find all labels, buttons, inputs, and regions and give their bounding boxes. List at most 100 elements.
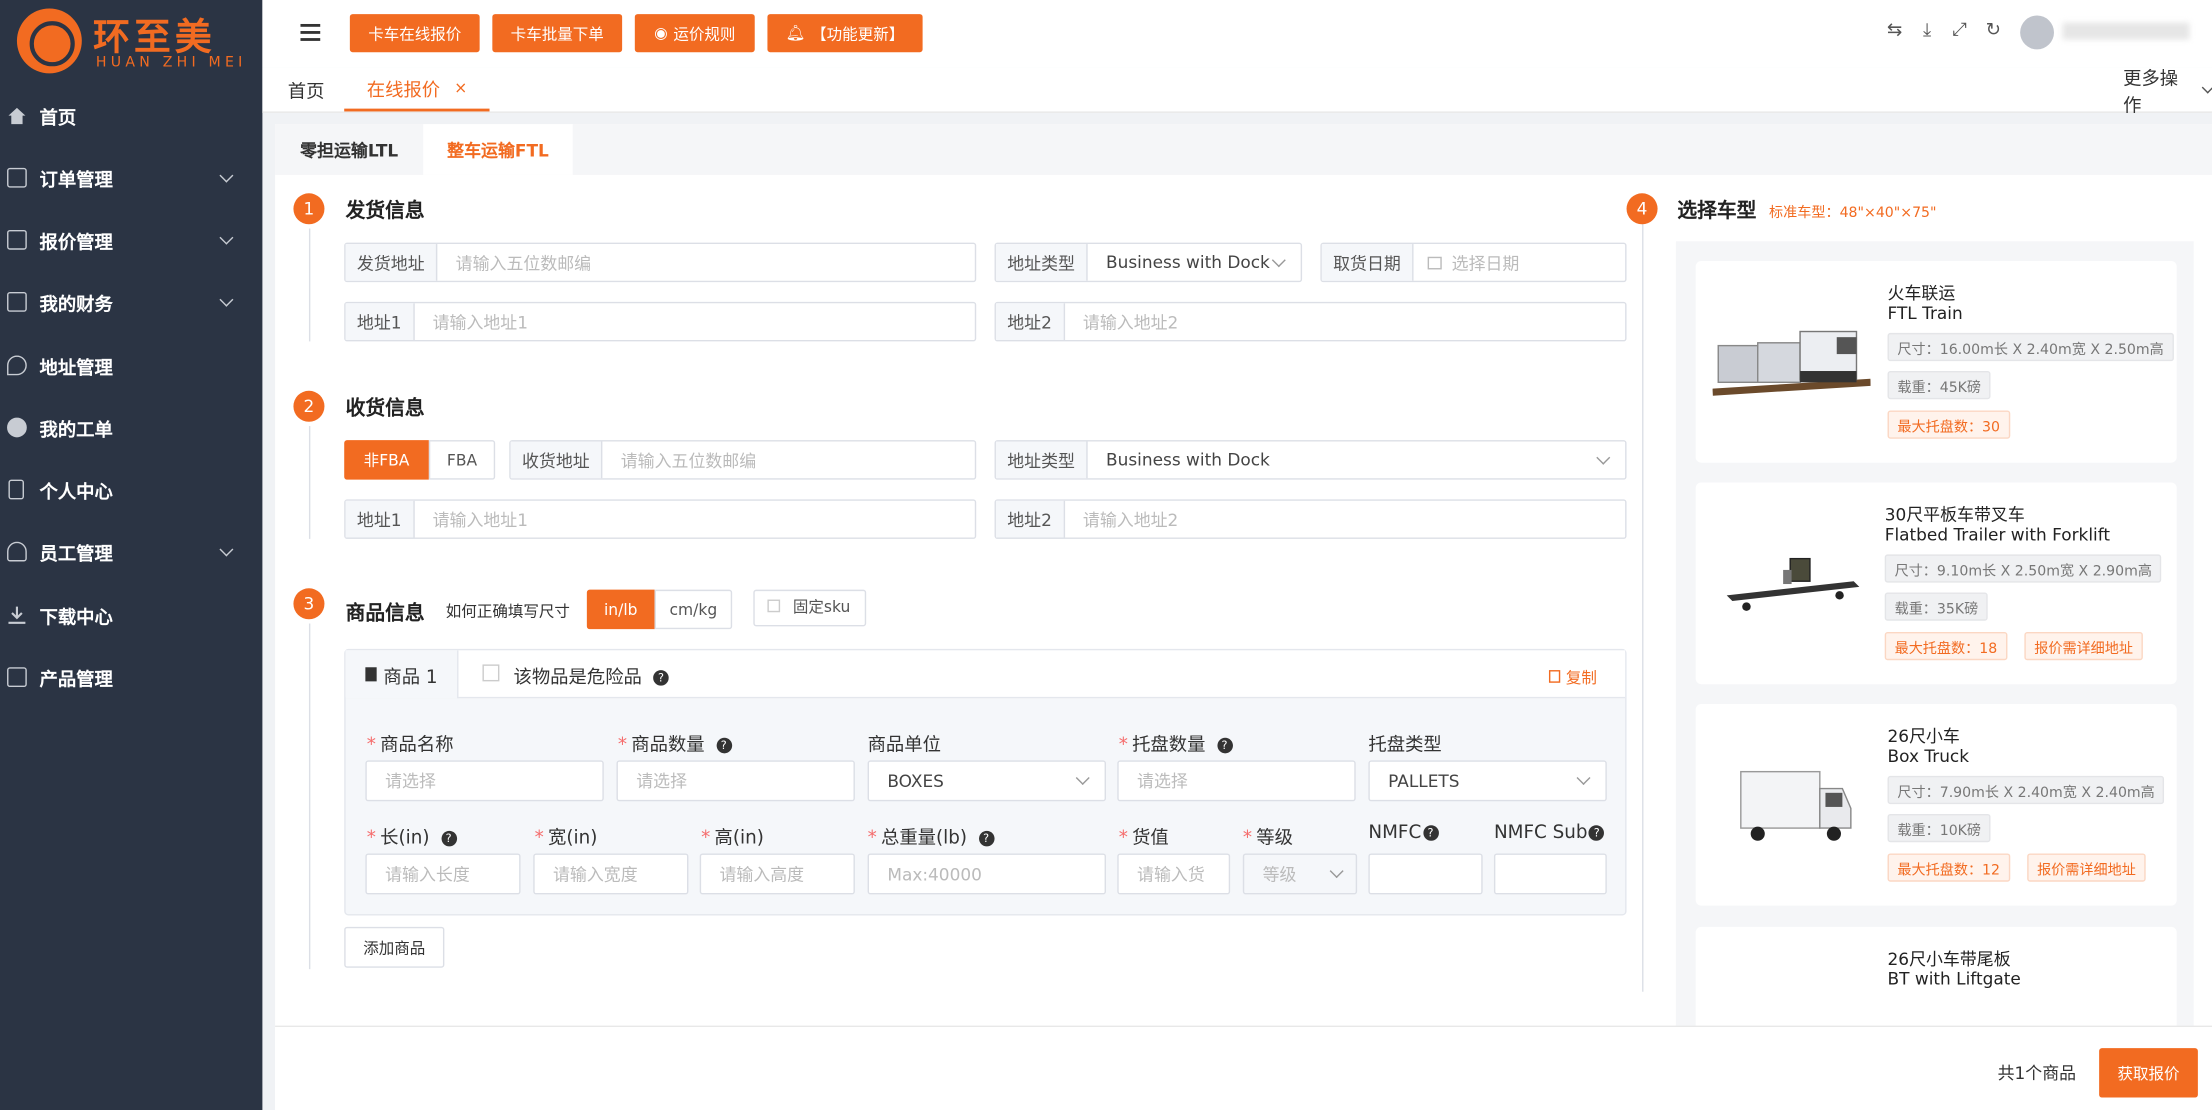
feature-update-label: 【功能更新】 <box>811 24 905 44</box>
feature-update-button[interactable]: 🔔︎ 【功能更新】 <box>767 14 923 53</box>
value-input[interactable]: 请输入货 <box>1117 853 1231 895</box>
consignee-zip-input[interactable]: 请输入五位数邮编 <box>602 448 974 472</box>
unit-inlb-toggle[interactable]: in/lb <box>586 589 655 630</box>
field-label: 收货地址 <box>510 441 603 479</box>
nmfc-sub-input[interactable] <box>1493 853 1607 895</box>
sidebar-item-tickets[interactable]: 我的工单 <box>0 396 262 458</box>
help-icon[interactable]: ? <box>1216 737 1233 754</box>
help-icon[interactable]: ? <box>440 830 457 847</box>
shipper-zip-input[interactable]: 请输入五位数邮编 <box>437 250 974 274</box>
sidebar-item-profile[interactable]: 个人中心 <box>0 458 262 520</box>
sidebar-item-downloads[interactable]: 下载中心 <box>0 584 262 646</box>
weight-input[interactable]: Max:40000 <box>867 853 1106 895</box>
label-goods-qty: * 商品数量? <box>618 729 732 756</box>
grade-placeholder: 等级 <box>1262 864 1297 885</box>
shipper-address2-field[interactable]: 地址2 请输入地址2 <box>994 301 1627 342</box>
more-actions-dropdown[interactable]: 更多操作 <box>2123 68 2212 116</box>
sidebar-item-products[interactable]: 产品管理 <box>0 646 262 708</box>
pickup-date-field[interactable]: 取货日期 选择日期 <box>1320 242 1627 283</box>
non-fba-toggle[interactable]: 非FBA <box>344 440 429 480</box>
logo[interactable]: 环至美 HUAN ZHI MEI <box>14 6 254 77</box>
goods-name-select[interactable]: 请选择 <box>365 760 604 802</box>
chevron-down-icon <box>1596 450 1611 465</box>
avatar[interactable] <box>2020 15 2054 50</box>
column-divider <box>1642 208 1644 992</box>
consignee-address2-input[interactable]: 请输入地址2 <box>1065 507 1626 531</box>
sidebar-item-label: 员工管理 <box>39 543 113 565</box>
pallet-type-select[interactable]: PALLETS <box>1368 760 1607 802</box>
shipper-address1-input[interactable]: 请输入地址1 <box>414 310 975 334</box>
vehicle-name-cn: 火车联运 <box>1887 283 1956 304</box>
label-text: 商品名称 <box>380 734 454 757</box>
menu-toggle-icon[interactable] <box>300 23 321 41</box>
username-blurred[interactable] <box>2062 22 2190 40</box>
sidebar-item-label: 订单管理 <box>39 169 113 192</box>
fba-toggle[interactable]: FBA <box>428 440 496 480</box>
goods-unit-select[interactable]: BOXES <box>867 760 1106 802</box>
chevron-down-icon <box>219 292 234 307</box>
refresh-icon[interactable]: ↻ <box>1983 20 2003 41</box>
required-mark: * <box>366 828 376 850</box>
unit-cmkg-toggle[interactable]: cm/kg <box>654 589 733 630</box>
help-icon[interactable]: ? <box>715 737 732 754</box>
tag-online-quote[interactable]: 在线报价 × <box>344 68 490 112</box>
step-badge-3: 3 <box>293 588 325 620</box>
tab-ftl[interactable]: 整车运输FTL <box>423 124 573 175</box>
sidebar-item-orders[interactable]: 订单管理 <box>0 147 262 209</box>
length-input[interactable]: 请输入长度 <box>365 853 521 895</box>
chevron-down-icon <box>2202 80 2212 93</box>
sidebar-item-staff[interactable]: 员工管理 <box>0 521 262 583</box>
download-icon[interactable]: ⤓ <box>1917 20 1937 41</box>
label-text: 长(in) <box>380 828 430 850</box>
grade-select[interactable]: 等级 <box>1242 853 1358 895</box>
truck-online-quote-button[interactable]: 卡车在线报价 <box>349 14 480 53</box>
label-nmfc-sub: NMFC Sub? <box>1494 822 1605 844</box>
copy-goods-button[interactable]: 复制 <box>1548 666 1597 689</box>
fixed-sku-checkbox[interactable]: 固定sku <box>753 589 867 627</box>
freight-rules-button[interactable]: ◉ 运价规则 <box>634 14 755 53</box>
sidebar-item-quotes[interactable]: 报价管理 <box>0 209 262 271</box>
height-input[interactable]: 请输入高度 <box>699 853 855 895</box>
copy-label: 复制 <box>1565 668 1597 688</box>
add-goods-button[interactable]: 添加商品 <box>344 926 445 968</box>
consignee-zip-field[interactable]: 收货地址 请输入五位数邮编 <box>509 440 977 480</box>
vehicle-card-train[interactable]: 火车联运 FTL Train 尺寸：16.00m长 X 2.40m宽 X 2.5… <box>1695 260 2177 463</box>
fullscreen-icon[interactable]: ⤢ <box>1950 20 1970 41</box>
tab-ltl[interactable]: 零担运输LTL <box>275 124 423 175</box>
size-help-link[interactable]: 如何正确填写尺寸 <box>446 600 570 623</box>
dangerous-goods-checkbox[interactable] <box>482 664 500 682</box>
help-icon[interactable]: ? <box>978 830 994 847</box>
width-placeholder: 请输入宽度 <box>552 864 638 885</box>
truck-batch-order-button[interactable]: 卡车批量下单 <box>492 14 623 53</box>
standard-vehicle-note: 标准车型：48"×40"×75" <box>1769 205 1937 222</box>
vehicle-card-box-truck[interactable]: 26尺小车 Box Truck 尺寸：7.90m长 X 2.40m宽 X 2.4… <box>1695 703 2177 906</box>
sidebar-item-finance[interactable]: 我的财务 <box>0 271 262 333</box>
get-quote-button[interactable]: 获取报价 <box>2099 1048 2198 1098</box>
tag-home[interactable]: 首页 <box>288 68 325 112</box>
goods-qty-input[interactable]: 请选择 <box>616 760 855 802</box>
close-icon[interactable]: × <box>454 79 467 97</box>
help-icon[interactable]: ? <box>1422 825 1439 841</box>
pallet-qty-input[interactable]: 请选择 <box>1117 760 1356 802</box>
sidebar-item-home[interactable]: 首页 <box>0 85 262 147</box>
sidebar-item-address[interactable]: 地址管理 <box>0 334 262 396</box>
goods-tab-1[interactable]: 商品 1 <box>345 650 459 699</box>
chevron-down-icon <box>1075 771 1090 785</box>
consignee-address1-field[interactable]: 地址1 请输入地址1 <box>344 499 977 539</box>
shipper-address2-input[interactable]: 请输入地址2 <box>1065 310 1626 334</box>
help-icon[interactable]: ? <box>1588 825 1605 841</box>
quote-panel: 零担运输LTL 整车运输FTL 1 发货信息 发货地址 请输入五位数邮编 地址类… <box>275 124 2212 1110</box>
help-icon[interactable]: ? <box>653 670 669 686</box>
vehicle-card-flatbed[interactable]: 30尺平板车带叉车 Flatbed Trailer with Forklift … <box>1695 482 2177 685</box>
shipper-address-type-select[interactable]: 地址类型 Business with Dock <box>994 242 1303 283</box>
width-input[interactable]: 请输入宽度 <box>533 853 689 895</box>
translate-icon[interactable]: ⇆ <box>1885 20 1905 41</box>
pickup-date-input[interactable]: 选择日期 <box>1442 250 1625 274</box>
shipper-zip-field[interactable]: 发货地址 请输入五位数邮编 <box>344 242 977 283</box>
nmfc-input[interactable] <box>1368 853 1483 895</box>
consignee-address-type-select[interactable]: 地址类型 Business with Dock <box>994 440 1627 480</box>
consignee-address1-input[interactable]: 请输入地址1 <box>414 507 975 531</box>
goods-qty-placeholder: 请选择 <box>636 771 688 792</box>
shipper-address1-field[interactable]: 地址1 请输入地址1 <box>344 301 977 342</box>
consignee-address2-field[interactable]: 地址2 请输入地址2 <box>994 499 1627 539</box>
